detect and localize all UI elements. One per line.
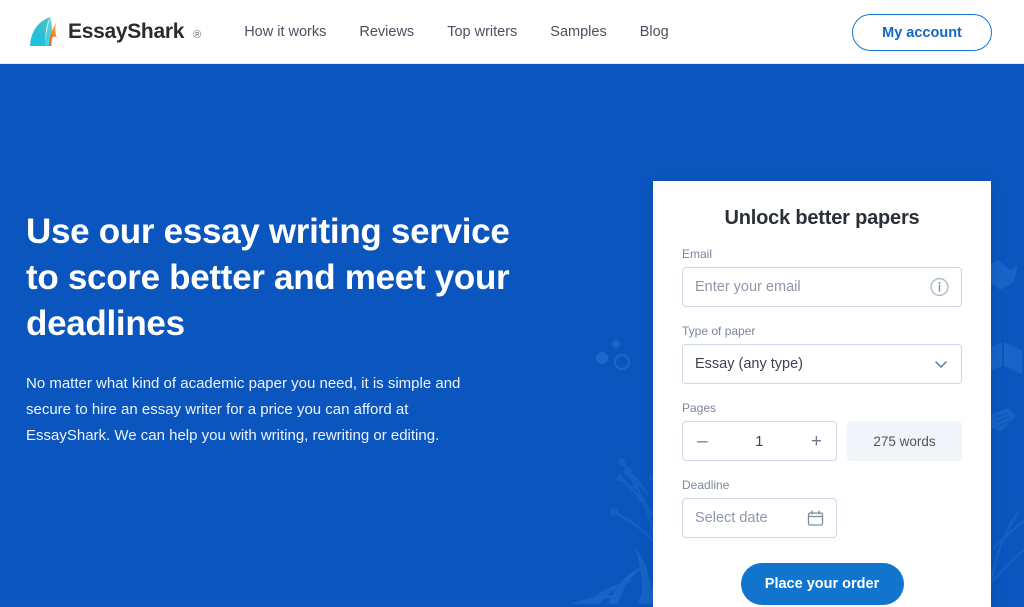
paper-type-select[interactable]: Essay (any type)	[682, 344, 962, 384]
email-label: Email	[682, 247, 713, 261]
hero-subtitle: No matter what kind of academic paper yo…	[26, 375, 461, 444]
shark-fin-logo-icon	[27, 16, 61, 48]
deadline-label: Deadline	[682, 478, 730, 492]
pages-field-group: Pages – 1 + 275 words	[682, 401, 962, 461]
pages-stepper[interactable]: – 1 +	[682, 421, 837, 461]
my-account-button[interactable]: My account	[852, 14, 992, 51]
paper-decoration-icon	[986, 404, 1022, 438]
hero-section: Use our essay writing service to score b…	[0, 64, 1024, 607]
email-field-group: Email Enter your email	[682, 247, 962, 307]
page-root: EssayShark ® How it works Reviews Top wr…	[0, 0, 1024, 607]
brand-registered-mark: ®	[193, 28, 202, 41]
order-form-title: Unlock better papers	[724, 207, 920, 229]
pages-decrement-button[interactable]: –	[697, 432, 708, 451]
pages-label: Pages	[682, 401, 717, 415]
submit-button-wrapper: Place your order	[653, 563, 991, 605]
deadline-field-group: Deadline Select date	[682, 478, 962, 538]
bubbles-decoration	[590, 336, 642, 382]
hero-title: Use our essay writing service to score b…	[26, 212, 510, 343]
brand-logo[interactable]: EssayShark ®	[27, 16, 201, 48]
chevron-down-icon[interactable]	[933, 356, 949, 372]
deadline-input[interactable]: Select date	[682, 498, 837, 538]
word-count-badge: 275 words	[847, 421, 962, 461]
site-header: EssayShark ® How it works Reviews Top wr…	[0, 0, 1024, 64]
pages-increment-button[interactable]: +	[811, 432, 822, 451]
nav-item-top-writers[interactable]: Top writers	[447, 24, 550, 40]
nav-item-how-it-works[interactable]: How it works	[244, 24, 359, 40]
place-order-button[interactable]: Place your order	[740, 563, 904, 605]
main-navigation: How it works Reviews Top writers Samples…	[244, 24, 702, 40]
paper-type-label: Type of paper	[682, 324, 756, 338]
calendar-icon[interactable]	[807, 510, 824, 527]
nav-item-blog[interactable]: Blog	[640, 24, 702, 40]
nav-item-samples[interactable]: Samples	[550, 24, 639, 40]
pages-row: – 1 + 275 words	[682, 421, 962, 461]
paper-type-field-group: Type of paper Essay (any type)	[682, 324, 962, 384]
email-placeholder: Enter your email	[695, 279, 801, 295]
nav-item-reviews[interactable]: Reviews	[359, 24, 447, 40]
order-form-card: Unlock better papers Email Enter your em…	[653, 181, 991, 607]
hero-copy: Use our essay writing service to score b…	[26, 209, 526, 449]
brand-name: EssayShark	[68, 19, 185, 43]
email-input[interactable]: Enter your email	[682, 267, 962, 307]
pages-value: 1	[755, 432, 764, 450]
deadline-placeholder: Select date	[695, 510, 768, 526]
paper-type-value: Essay (any type)	[695, 356, 803, 372]
info-circle-icon[interactable]	[930, 278, 949, 297]
